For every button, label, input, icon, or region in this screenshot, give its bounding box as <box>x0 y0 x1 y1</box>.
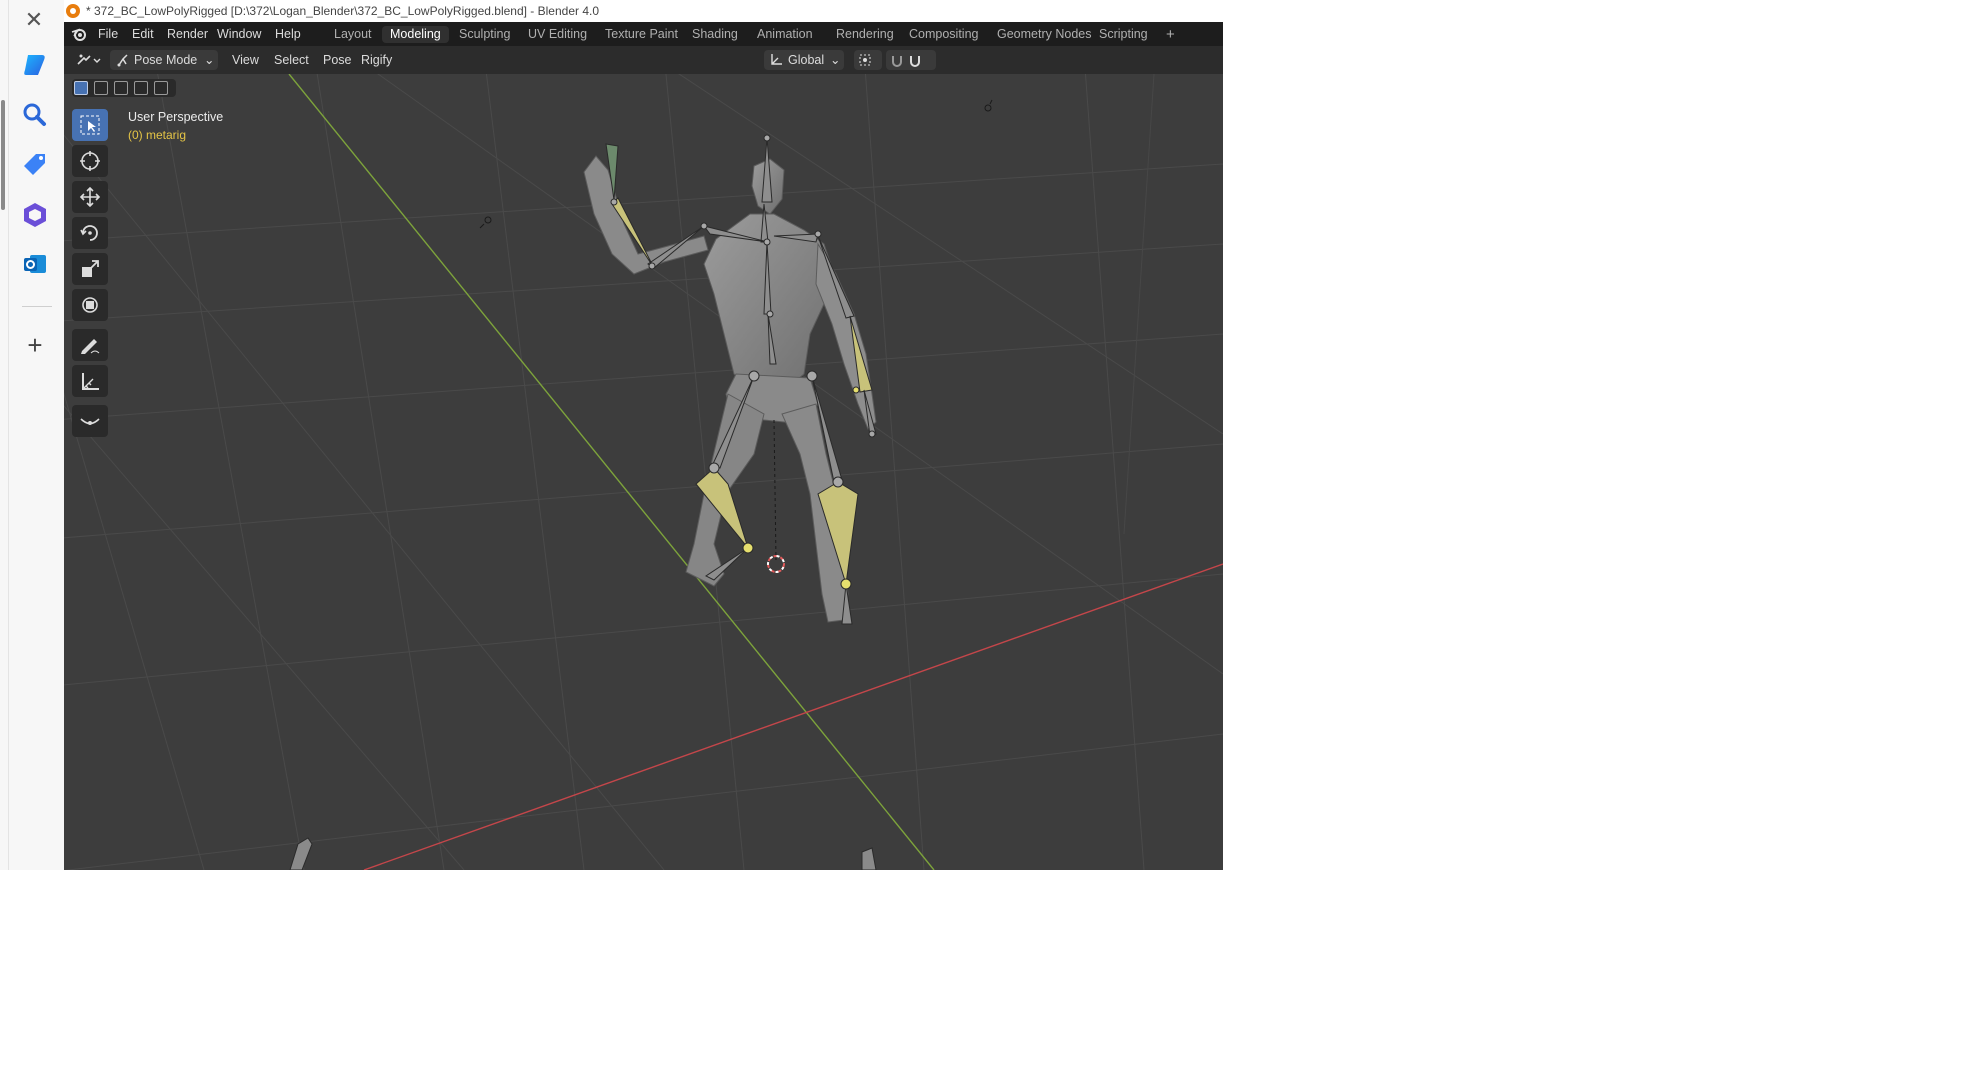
office-icon[interactable] <box>20 200 50 230</box>
select-box-icon <box>80 115 100 135</box>
orientation-label: Global <box>788 53 825 67</box>
menu-window[interactable]: Window <box>217 27 261 41</box>
menu-pose[interactable]: Pose <box>323 51 352 69</box>
sidebar-scrollbar[interactable] <box>1 100 5 210</box>
close-icon[interactable]: ✕ <box>22 9 46 33</box>
tab-shading[interactable]: Shading <box>684 26 746 43</box>
shopping-tag-icon[interactable] <box>20 150 50 180</box>
move-icon <box>79 186 101 208</box>
tab-compositing[interactable]: Compositing <box>901 26 986 43</box>
light-icon[interactable] <box>479 216 492 229</box>
menu-rigify[interactable]: Rigify <box>361 51 392 69</box>
annotate-tool[interactable] <box>72 329 108 361</box>
select-invert-icon[interactable] <box>134 81 148 95</box>
measure-icon <box>82 373 99 390</box>
move-tool[interactable] <box>72 181 108 213</box>
select-box-tool[interactable] <box>72 109 108 141</box>
tab-animation[interactable]: Animation <box>749 26 821 43</box>
menu-edit[interactable]: Edit <box>132 27 154 41</box>
tab-layout[interactable]: Layout <box>326 26 380 43</box>
browser-sidebar: ✕ + <box>0 0 64 870</box>
snap-target-icon <box>910 56 920 67</box>
sidebar-divider <box>8 0 9 870</box>
select-new-icon[interactable] <box>74 81 88 95</box>
pose-mode-icon <box>117 54 128 67</box>
empty-icon[interactable] <box>984 99 993 112</box>
blender-menu-icon[interactable] <box>71 26 87 42</box>
scale-icon <box>82 260 99 277</box>
transform-tool[interactable] <box>72 289 108 321</box>
window-title: * 372_BC_LowPolyRigged [D:\372\Logan_Ble… <box>86 4 600 18</box>
snap-icon <box>892 56 902 67</box>
pivot-icon <box>859 54 871 66</box>
tab-scripting[interactable]: Scripting <box>1091 26 1156 43</box>
selection-mode-buttons[interactable] <box>72 79 176 97</box>
transform-orientation-dropdown[interactable]: Global ⌄ <box>764 50 844 70</box>
cursor-icon <box>80 151 100 171</box>
viewport-perspective-label: User Perspective <box>128 110 224 124</box>
partial-object[interactable] <box>861 847 877 870</box>
orientation-icon <box>771 54 782 65</box>
annotate-icon <box>81 339 100 354</box>
top-bar: File Edit Render Window Help Layout Mode… <box>64 22 1223 46</box>
partial-object[interactable] <box>289 837 313 870</box>
viewport-header: Pose Mode ⌄ View Select Pose Rigify Glob… <box>64 46 1223 74</box>
tab-modeling[interactable]: Modeling <box>382 26 449 43</box>
measure-tool[interactable] <box>72 365 108 397</box>
mode-dropdown[interactable]: Pose Mode ⌄ <box>110 50 218 70</box>
tab-sculpting[interactable]: Sculpting <box>451 26 518 43</box>
scale-tool[interactable] <box>72 253 108 285</box>
chevron-down-icon: ⌄ <box>830 53 841 67</box>
menu-help[interactable]: Help <box>275 27 301 41</box>
copilot-icon[interactable] <box>20 50 50 80</box>
sidebar-separator <box>22 306 52 307</box>
menu-select[interactable]: Select <box>274 51 309 69</box>
tab-uv-editing[interactable]: UV Editing <box>520 26 595 43</box>
parent-relation-line <box>773 419 777 561</box>
3d-viewport[interactable]: User Perspective (0) metarig <box>64 74 1223 870</box>
blender-window: * 372_BC_LowPolyRigged [D:\372\Logan_Ble… <box>64 0 1223 870</box>
menu-file[interactable]: File <box>98 27 118 41</box>
tab-rendering[interactable]: Rendering <box>828 26 902 43</box>
search-icon[interactable] <box>20 100 50 130</box>
add-icon[interactable]: + <box>22 332 48 359</box>
add-workspace-button[interactable]: + <box>1158 26 1183 43</box>
rotate-icon <box>80 225 98 241</box>
rotate-tool[interactable] <box>72 217 108 249</box>
floor-grid <box>64 74 1223 870</box>
mode-label: Pose Mode <box>134 53 198 67</box>
editor-type-icon[interactable] <box>76 52 102 68</box>
title-bar: * 372_BC_LowPolyRigged [D:\372\Logan_Ble… <box>64 0 1223 22</box>
scene-canvas[interactable] <box>64 74 1223 870</box>
select-intersect-icon[interactable] <box>154 81 168 95</box>
bone-roll-icon <box>80 418 100 425</box>
bone-roll-tool[interactable] <box>72 405 108 437</box>
grid-line <box>1123 74 1155 535</box>
blender-logo-icon <box>66 4 80 18</box>
chevron-down-icon: ⌄ <box>204 53 215 67</box>
menu-render[interactable]: Render <box>167 27 208 41</box>
snapping-toggle[interactable] <box>886 50 936 70</box>
select-extend-icon[interactable] <box>94 81 108 95</box>
pivot-point-dropdown[interactable] <box>854 50 882 70</box>
menu-view[interactable]: View <box>232 51 259 69</box>
tab-texture-paint[interactable]: Texture Paint <box>597 26 686 43</box>
outlook-icon[interactable] <box>20 249 50 279</box>
tab-geometry-nodes[interactable]: Geometry Nodes <box>989 26 1099 43</box>
active-object-label: (0) metarig <box>128 128 187 142</box>
select-subtract-icon[interactable] <box>114 81 128 95</box>
transform-icon <box>82 297 98 313</box>
cursor-tool[interactable] <box>72 145 108 177</box>
x-axis-line <box>363 563 1223 870</box>
